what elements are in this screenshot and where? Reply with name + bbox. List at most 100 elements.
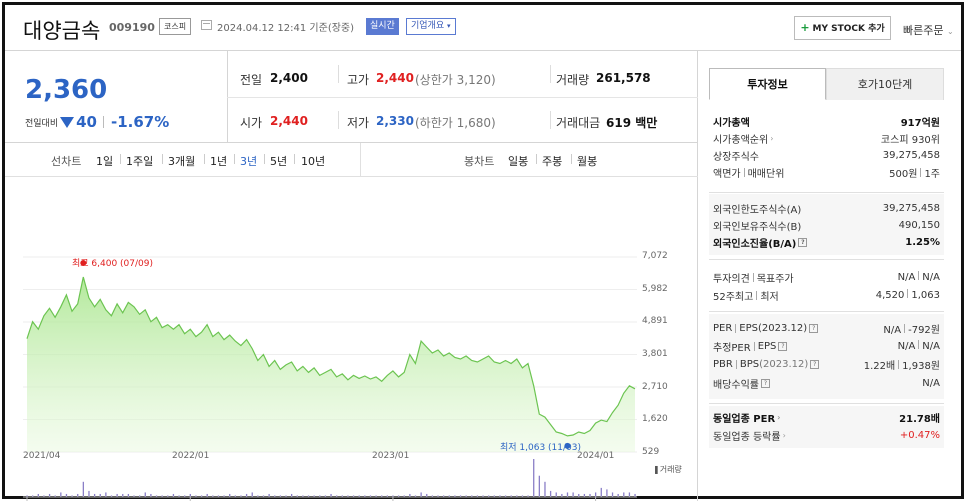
high-label: 고가 [347, 73, 370, 87]
y-tick: 1,620 [642, 414, 668, 424]
add-mystock-label: MY STOCK 추가 [812, 24, 885, 34]
period-1d[interactable]: 1일 [96, 153, 113, 169]
candle-daily[interactable]: 일봉 [508, 153, 528, 169]
amount-value: 619 백만 [606, 116, 658, 130]
w52-low-label: 최저 [760, 291, 779, 303]
market-cap-value: 917억원 [900, 117, 940, 129]
per-value: N/A [883, 324, 902, 336]
period-10y[interactable]: 10년 [301, 153, 325, 169]
candle-monthly[interactable]: 월봉 [577, 153, 597, 169]
volume-bar [251, 492, 253, 497]
y-tick: 4,891 [642, 316, 668, 326]
volume-bar [555, 492, 557, 497]
period-5y[interactable]: 5년 [270, 153, 287, 169]
price-area [27, 277, 635, 452]
quick-order-link[interactable]: 빠른주문 ⌄ [903, 22, 954, 38]
help-icon[interactable]: ? [798, 237, 808, 247]
candle-chart-label: 봉차트 [464, 155, 495, 168]
bps-label: BPS [739, 358, 760, 370]
divider [898, 359, 900, 369]
stock-code: 009190 [109, 21, 155, 34]
divider [360, 143, 361, 177]
period-3m[interactable]: 3개월 [168, 153, 195, 169]
prev-close-label: 전일 [240, 73, 263, 87]
chevron-right-icon: › [782, 430, 786, 440]
foreign-ratio-label: 외국인소진율(B/A) [713, 238, 797, 250]
eps-value: -792원 [908, 324, 940, 336]
info-row-market-cap-rank[interactable]: 시가총액순위 › 코스피 930위 [713, 130, 940, 146]
help-icon[interactable]: ? [810, 359, 820, 369]
est-per-label: 추정PER [713, 342, 751, 354]
low-value: 2,330 [376, 114, 414, 128]
divider [120, 154, 121, 164]
y-tick: 5,982 [642, 284, 668, 294]
tab-investment-info[interactable]: 투자정보 [709, 68, 826, 100]
period-3y[interactable]: 3년 [240, 153, 257, 169]
market-cap-section: 시가총액 917억원 시가총액순위 › 코스피 930위 상장주식수 39,275… [709, 109, 944, 189]
y-tick: 2,710 [642, 382, 668, 392]
divider [920, 167, 922, 177]
volume-value: 261,578 [596, 71, 651, 85]
candle-weekly[interactable]: 주봉 [542, 153, 562, 169]
plus-icon: + [800, 21, 810, 34]
volume-bar [549, 490, 552, 497]
company-name[interactable]: 대양금속 [23, 15, 100, 45]
change-value: 40 [76, 113, 97, 131]
tab-orderbook-10[interactable]: 호가10단계 [826, 68, 944, 100]
help-icon[interactable]: ? [809, 323, 819, 333]
company-info-label: 기업개요 [411, 21, 445, 31]
volume-bar [538, 475, 540, 497]
help-icon[interactable]: ? [761, 378, 770, 388]
target-value: N/A [922, 272, 940, 283]
period-1w[interactable]: 1주일 [126, 153, 153, 169]
divider [709, 192, 944, 193]
foreign-ownership-section: 외국인한도주식수(A) 39,275,458 외국인보유주식수(B) 490,1… [709, 194, 944, 255]
stock-widget: 대양금속 009190 코스피 2024.04.12 12:41 기준(장중) … [2, 2, 964, 501]
high-marker-label: 최고 6,400 (07/09) [72, 259, 154, 269]
info-row-est-per: 추정PER EPS? N/A N/A [713, 338, 940, 354]
help-icon[interactable]: ? [778, 341, 788, 351]
face-value-label: 액면가 [713, 168, 741, 180]
divider [918, 271, 920, 280]
foreign-ratio-value: 1.25% [905, 236, 940, 248]
valuation-section: PER EPS(2023.12)? N/A -792원 추정PER EPS? N/A N… [709, 314, 944, 399]
info-row-pbr: PBR BPS (2023.12)? 1.22배 1,938원 [713, 356, 940, 372]
trade-unit-label: 매매단위 [747, 168, 785, 180]
divider [103, 116, 104, 128]
open-value: 2,440 [270, 114, 308, 128]
info-row-market-cap: 시가총액 917억원 [713, 113, 940, 129]
period-1y[interactable]: 1년 [210, 153, 227, 169]
dividend-value: N/A [922, 377, 940, 389]
x-tick: 2023/01 [372, 451, 410, 461]
divider [709, 311, 944, 312]
realtime-badge[interactable]: 실시간 [366, 18, 399, 35]
info-row-sector-per[interactable]: 동일업종 PER › 21.78배 [713, 409, 940, 425]
amount-label: 거래대금 [556, 116, 601, 130]
market-badge: 코스피 [159, 18, 192, 35]
w52-high-value: 4,520 [875, 290, 905, 301]
info-row-sector-rate[interactable]: 동일업종 등락률 › +0.47% [713, 427, 940, 443]
info-row-per: PER EPS(2023.12)? N/A -792원 [713, 320, 940, 336]
current-price: 2,360 [25, 75, 108, 105]
divider [735, 323, 737, 333]
investment-info-panel: 투자정보 호가10단계 시가총액 917억원 시가총액순위 › 코스피 930위 … [699, 51, 961, 501]
x-tick-labels: 2021/04 2022/01 2023/01 2024/01 [5, 451, 695, 467]
upper-limit: (상한가 3,120) [415, 73, 496, 87]
company-info-dropdown[interactable]: 기업개요 ▾ [406, 18, 456, 35]
info-row-listed-shares: 상장주식수 39,275,458 [713, 147, 940, 163]
divider [234, 154, 235, 164]
line-chart-label: 선차트 [51, 155, 82, 168]
foreign-limit-label: 외국인한도주식수(A) [713, 204, 802, 216]
x-tick: 2024/01 [577, 451, 615, 461]
high-value: 2,440 [376, 71, 414, 85]
divider [338, 65, 339, 83]
down-arrow-icon [60, 116, 75, 128]
divider [162, 154, 163, 164]
pbr-label: PBR [713, 358, 733, 370]
sector-rate-label: 동일업종 등락률 [713, 431, 781, 443]
market-cap-rank-value: 코스피 930위 [880, 134, 940, 146]
divider [536, 154, 537, 164]
add-mystock-button[interactable]: + MY STOCK 추가 [794, 16, 891, 40]
chevron-right-icon: › [777, 412, 781, 422]
volume-bar [105, 492, 107, 497]
